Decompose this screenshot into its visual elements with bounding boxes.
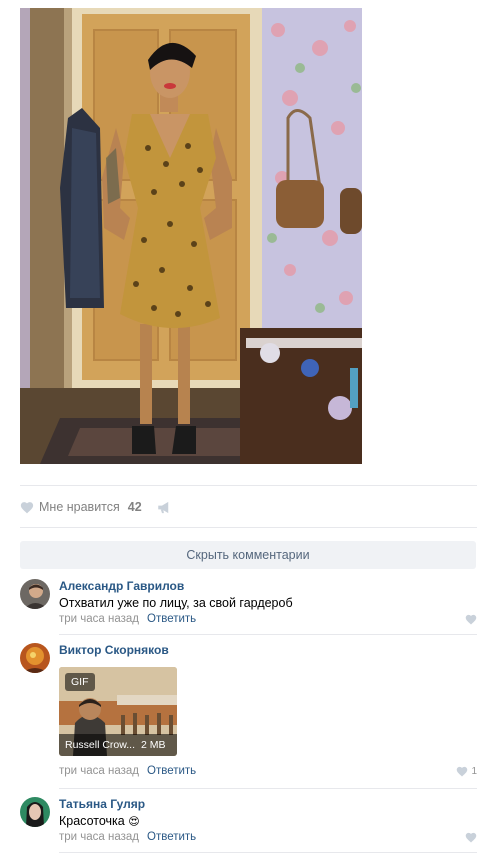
heart-eyes-emoji-icon: 😍 — [128, 816, 140, 828]
comment-author[interactable]: Александр Гаврилов — [59, 579, 184, 593]
gif-badge: GIF — [65, 673, 95, 691]
like-count: 42 — [127, 500, 142, 514]
megaphone-icon — [157, 501, 168, 513]
comment-divider — [59, 852, 477, 853]
comment-author[interactable]: Виктор Скорняков — [59, 643, 169, 657]
comment: Виктор Скорняков GIF Russell Crow... 2 M… — [20, 643, 477, 789]
comment-meta: три часа назад Ответить — [59, 831, 196, 843]
comment-text: Отхватил уже по лицу, за свой гардероб — [59, 596, 293, 610]
comment-meta: три часа назад Ответить — [59, 613, 196, 625]
avatar[interactable] — [20, 643, 50, 673]
heart-icon — [465, 832, 477, 843]
gif-title: Russell Crow... — [65, 739, 136, 751]
post-photo-illustration — [20, 8, 362, 464]
heart-icon — [457, 766, 468, 777]
post-actions: Мне нравится 42 — [20, 496, 172, 518]
avatar[interactable] — [20, 797, 50, 827]
comment-like-count: 1 — [471, 766, 477, 777]
comment-author[interactable]: Татьяна Гуляр — [59, 797, 145, 811]
comment-like-button[interactable] — [465, 832, 477, 843]
share-button[interactable] — [157, 501, 172, 514]
post-divider-bottom — [20, 527, 477, 528]
comment-divider — [59, 634, 477, 635]
hide-comments-button[interactable]: Скрыть комментарии — [20, 541, 476, 569]
gif-size: 2 MB — [141, 739, 166, 751]
comment-time[interactable]: три часа назад — [59, 613, 139, 625]
comment-like-button[interactable]: 1 — [456, 766, 477, 777]
comment-time[interactable]: три часа назад — [59, 831, 139, 843]
comment-time[interactable]: три часа назад — [59, 765, 139, 777]
heart-icon — [20, 501, 34, 513]
avatar[interactable] — [20, 579, 50, 609]
post-photo[interactable] — [20, 8, 362, 464]
like-button[interactable]: Мне нравится 42 — [20, 500, 142, 514]
avatar-image — [20, 579, 50, 609]
reply-link[interactable]: Ответить — [147, 613, 196, 625]
avatar-image — [20, 797, 50, 827]
comment-text-content: Красоточка — [59, 814, 125, 828]
like-label: Мне нравится — [39, 500, 120, 514]
reply-link[interactable]: Ответить — [147, 831, 196, 843]
post-divider-top — [20, 485, 477, 486]
reply-link[interactable]: Ответить — [147, 765, 196, 777]
heart-icon — [465, 614, 477, 625]
comment-like-button[interactable] — [465, 614, 477, 625]
comment-divider — [59, 788, 477, 789]
comment-meta: три часа назад Ответить — [59, 765, 196, 777]
comment: Александр Гаврилов Отхватил уже по лицу,… — [20, 579, 477, 635]
gif-attachment[interactable]: GIF Russell Crow... 2 MB — [59, 667, 177, 756]
gif-caption: Russell Crow... 2 MB — [59, 734, 177, 756]
avatar-image — [20, 643, 50, 673]
comment-text: Красоточка 😍 — [59, 814, 140, 828]
comment: Татьяна Гуляр Красоточка 😍 три часа наза… — [20, 797, 477, 853]
